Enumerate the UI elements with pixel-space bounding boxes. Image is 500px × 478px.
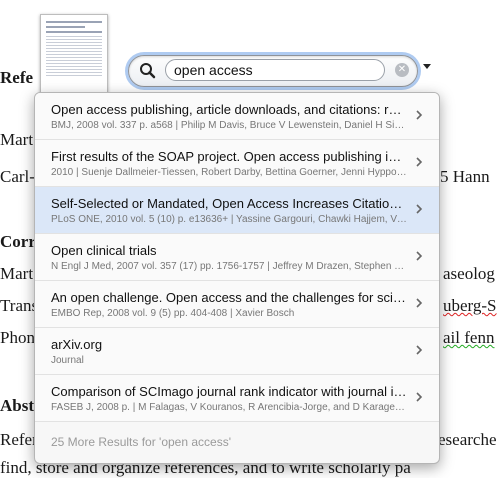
chevron-right-icon [416, 298, 423, 308]
doc-heading-abstract: Abst [0, 396, 35, 415]
chevron-right-icon [416, 204, 423, 214]
doc-text-line: esearche [438, 430, 497, 449]
result-title: First results of the SOAP project. Open … [51, 149, 407, 164]
doc-text-line: uberg-S [443, 296, 497, 315]
chevron-right-icon [416, 251, 423, 261]
search-results-popup: Open access publishing, article download… [34, 92, 440, 464]
thumbnail-preview [46, 21, 102, 78]
search-input[interactable]: open access [165, 59, 385, 81]
doc-text-line: Refer [0, 430, 38, 449]
doc-text-line: 5 Hann [440, 167, 490, 186]
doc-text-line: Mart [0, 264, 34, 283]
result-title: Open clinical trials [51, 243, 157, 258]
result-subtitle: PLoS ONE, 2010 vol. 5 (10) p. e13636+ | … [51, 214, 407, 225]
search-bar: open access ✕ [128, 55, 418, 87]
search-icon[interactable] [137, 61, 159, 81]
result-subtitle: Journal [51, 355, 84, 366]
doc-text-line: Phon [0, 328, 35, 347]
result-subtitle: EMBO Rep, 2008 vol. 9 (5) pp. 404-408 | … [51, 308, 295, 319]
result-item-selected[interactable]: Self-Selected or Mandated, Open Access I… [35, 187, 439, 234]
chevron-right-icon [416, 157, 423, 167]
chevron-right-icon [416, 110, 423, 120]
doc-text-line: Trans [0, 296, 39, 315]
result-subtitle: 2010 | Suenje Dallmeier-Tiessen, Robert … [51, 167, 407, 178]
result-item[interactable]: First results of the SOAP project. Open … [35, 140, 439, 187]
doc-text-line: Mart [0, 130, 34, 149]
result-title: An open challenge. Open access and the c… [51, 290, 407, 305]
result-item[interactable]: Comparison of SCImago journal rank indic… [35, 375, 439, 422]
doc-text-line: ail fenn [443, 328, 495, 347]
clear-search-icon[interactable]: ✕ [395, 63, 409, 77]
result-title: arXiv.org [51, 337, 103, 352]
more-results-link[interactable]: 25 More Results for 'open access' [51, 435, 231, 449]
document-thumbnail[interactable] [40, 14, 108, 100]
result-item[interactable]: Open access publishing, article download… [35, 93, 439, 140]
result-title: Open access publishing, article download… [51, 102, 407, 117]
result-title: Self-Selected or Mandated, Open Access I… [51, 196, 407, 211]
search-menu-arrow-icon[interactable] [423, 64, 431, 69]
chevron-right-icon [416, 345, 423, 355]
result-item[interactable]: arXiv.org Journal [35, 328, 439, 375]
result-subtitle: N Engl J Med, 2007 vol. 357 (17) pp. 175… [51, 261, 407, 272]
result-title: Comparison of SCImago journal rank indic… [51, 384, 407, 399]
result-subtitle: BMJ, 2008 vol. 337 p. a568 | Philip M Da… [51, 120, 407, 131]
doc-heading-correspondence: Corr [0, 232, 36, 251]
result-item[interactable]: An open challenge. Open access and the c… [35, 281, 439, 328]
doc-text-line: aseolog [443, 264, 495, 283]
result-item[interactable]: Open clinical trials N Engl J Med, 2007 … [35, 234, 439, 281]
result-subtitle: FASEB J, 2008 p. | M Falagas, V Kouranos… [51, 402, 407, 413]
doc-text-line: Carl- [0, 167, 35, 186]
chevron-right-icon [416, 392, 423, 402]
doc-heading-references: Refe [0, 68, 34, 87]
